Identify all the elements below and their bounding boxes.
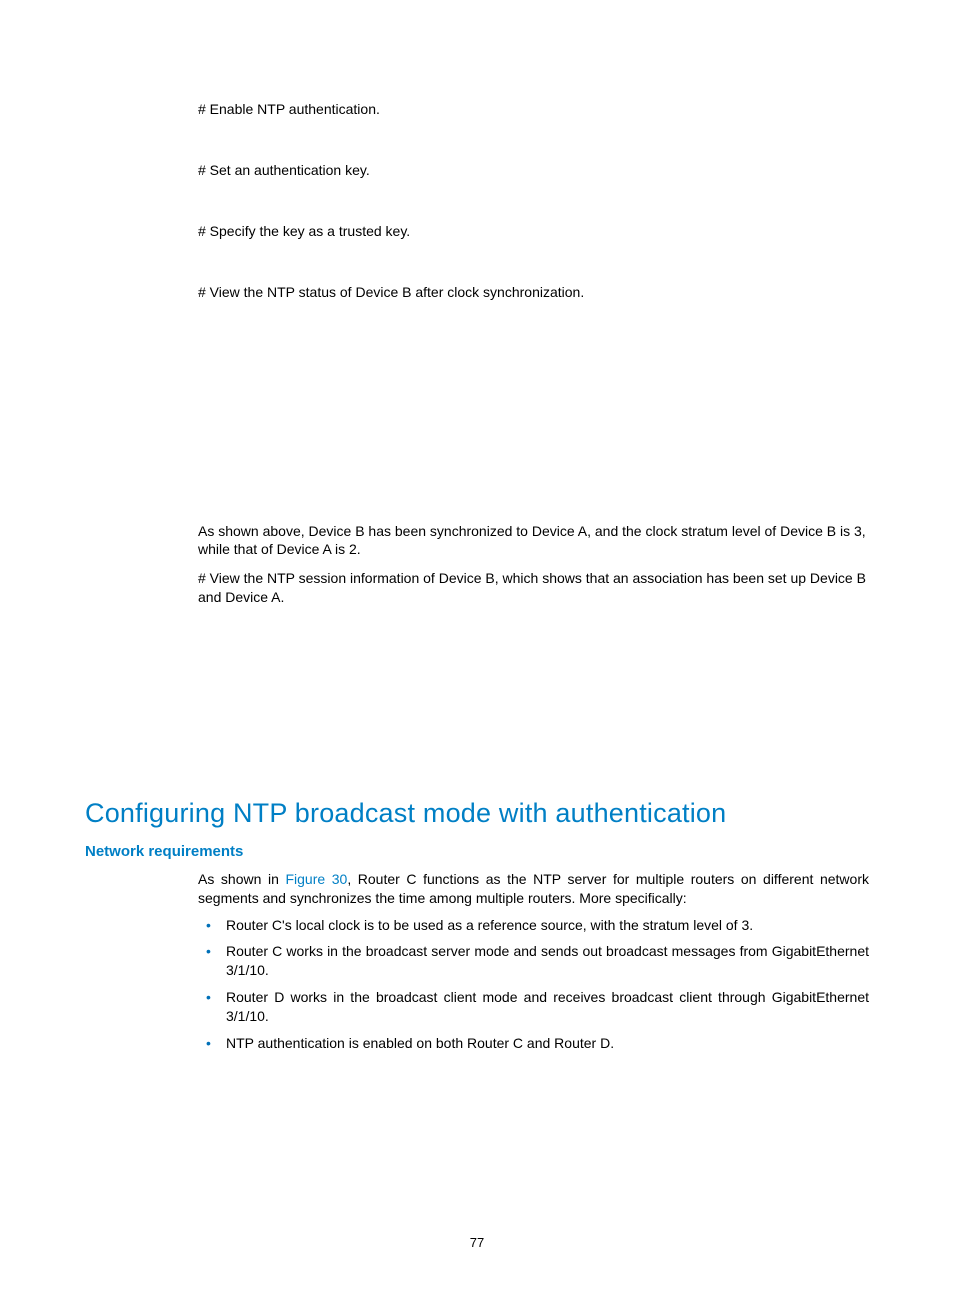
step-trusted-key: # Specify the key as a trusted key. xyxy=(198,222,869,241)
spacer xyxy=(85,302,869,522)
sync-result-text: As shown above, Device B has been synchr… xyxy=(198,522,869,560)
step-set-key: # Set an authentication key. xyxy=(198,161,869,180)
spacer xyxy=(85,617,869,737)
intro-pre: As shown in xyxy=(198,871,285,887)
list-item: Router D works in the broadcast client m… xyxy=(198,988,869,1026)
session-info-text: # View the NTP session information of De… xyxy=(198,569,869,607)
page: # Enable NTP authentication. # Set an au… xyxy=(0,0,954,1296)
page-number: 77 xyxy=(0,1234,954,1252)
step-enable-auth: # Enable NTP authentication. xyxy=(198,100,869,119)
section-heading: Configuring NTP broadcast mode with auth… xyxy=(85,795,869,831)
figure-link[interactable]: Figure 30 xyxy=(285,871,347,887)
sync-block: As shown above, Device B has been synchr… xyxy=(198,522,869,608)
requirements-list: Router C's local clock is to be used as … xyxy=(198,916,869,1053)
list-item: Router C's local clock is to be used as … xyxy=(198,916,869,935)
step-view-status: # View the NTP status of Device B after … xyxy=(198,283,869,302)
list-item: Router C works in the broadcast server m… xyxy=(198,942,869,980)
list-item: NTP authentication is enabled on both Ro… xyxy=(198,1034,869,1053)
intro-paragraph: As shown in Figure 30, Router C function… xyxy=(198,870,869,908)
steps-block: # Enable NTP authentication. # Set an au… xyxy=(198,100,869,302)
section-subheading: Network requirements xyxy=(85,842,869,862)
